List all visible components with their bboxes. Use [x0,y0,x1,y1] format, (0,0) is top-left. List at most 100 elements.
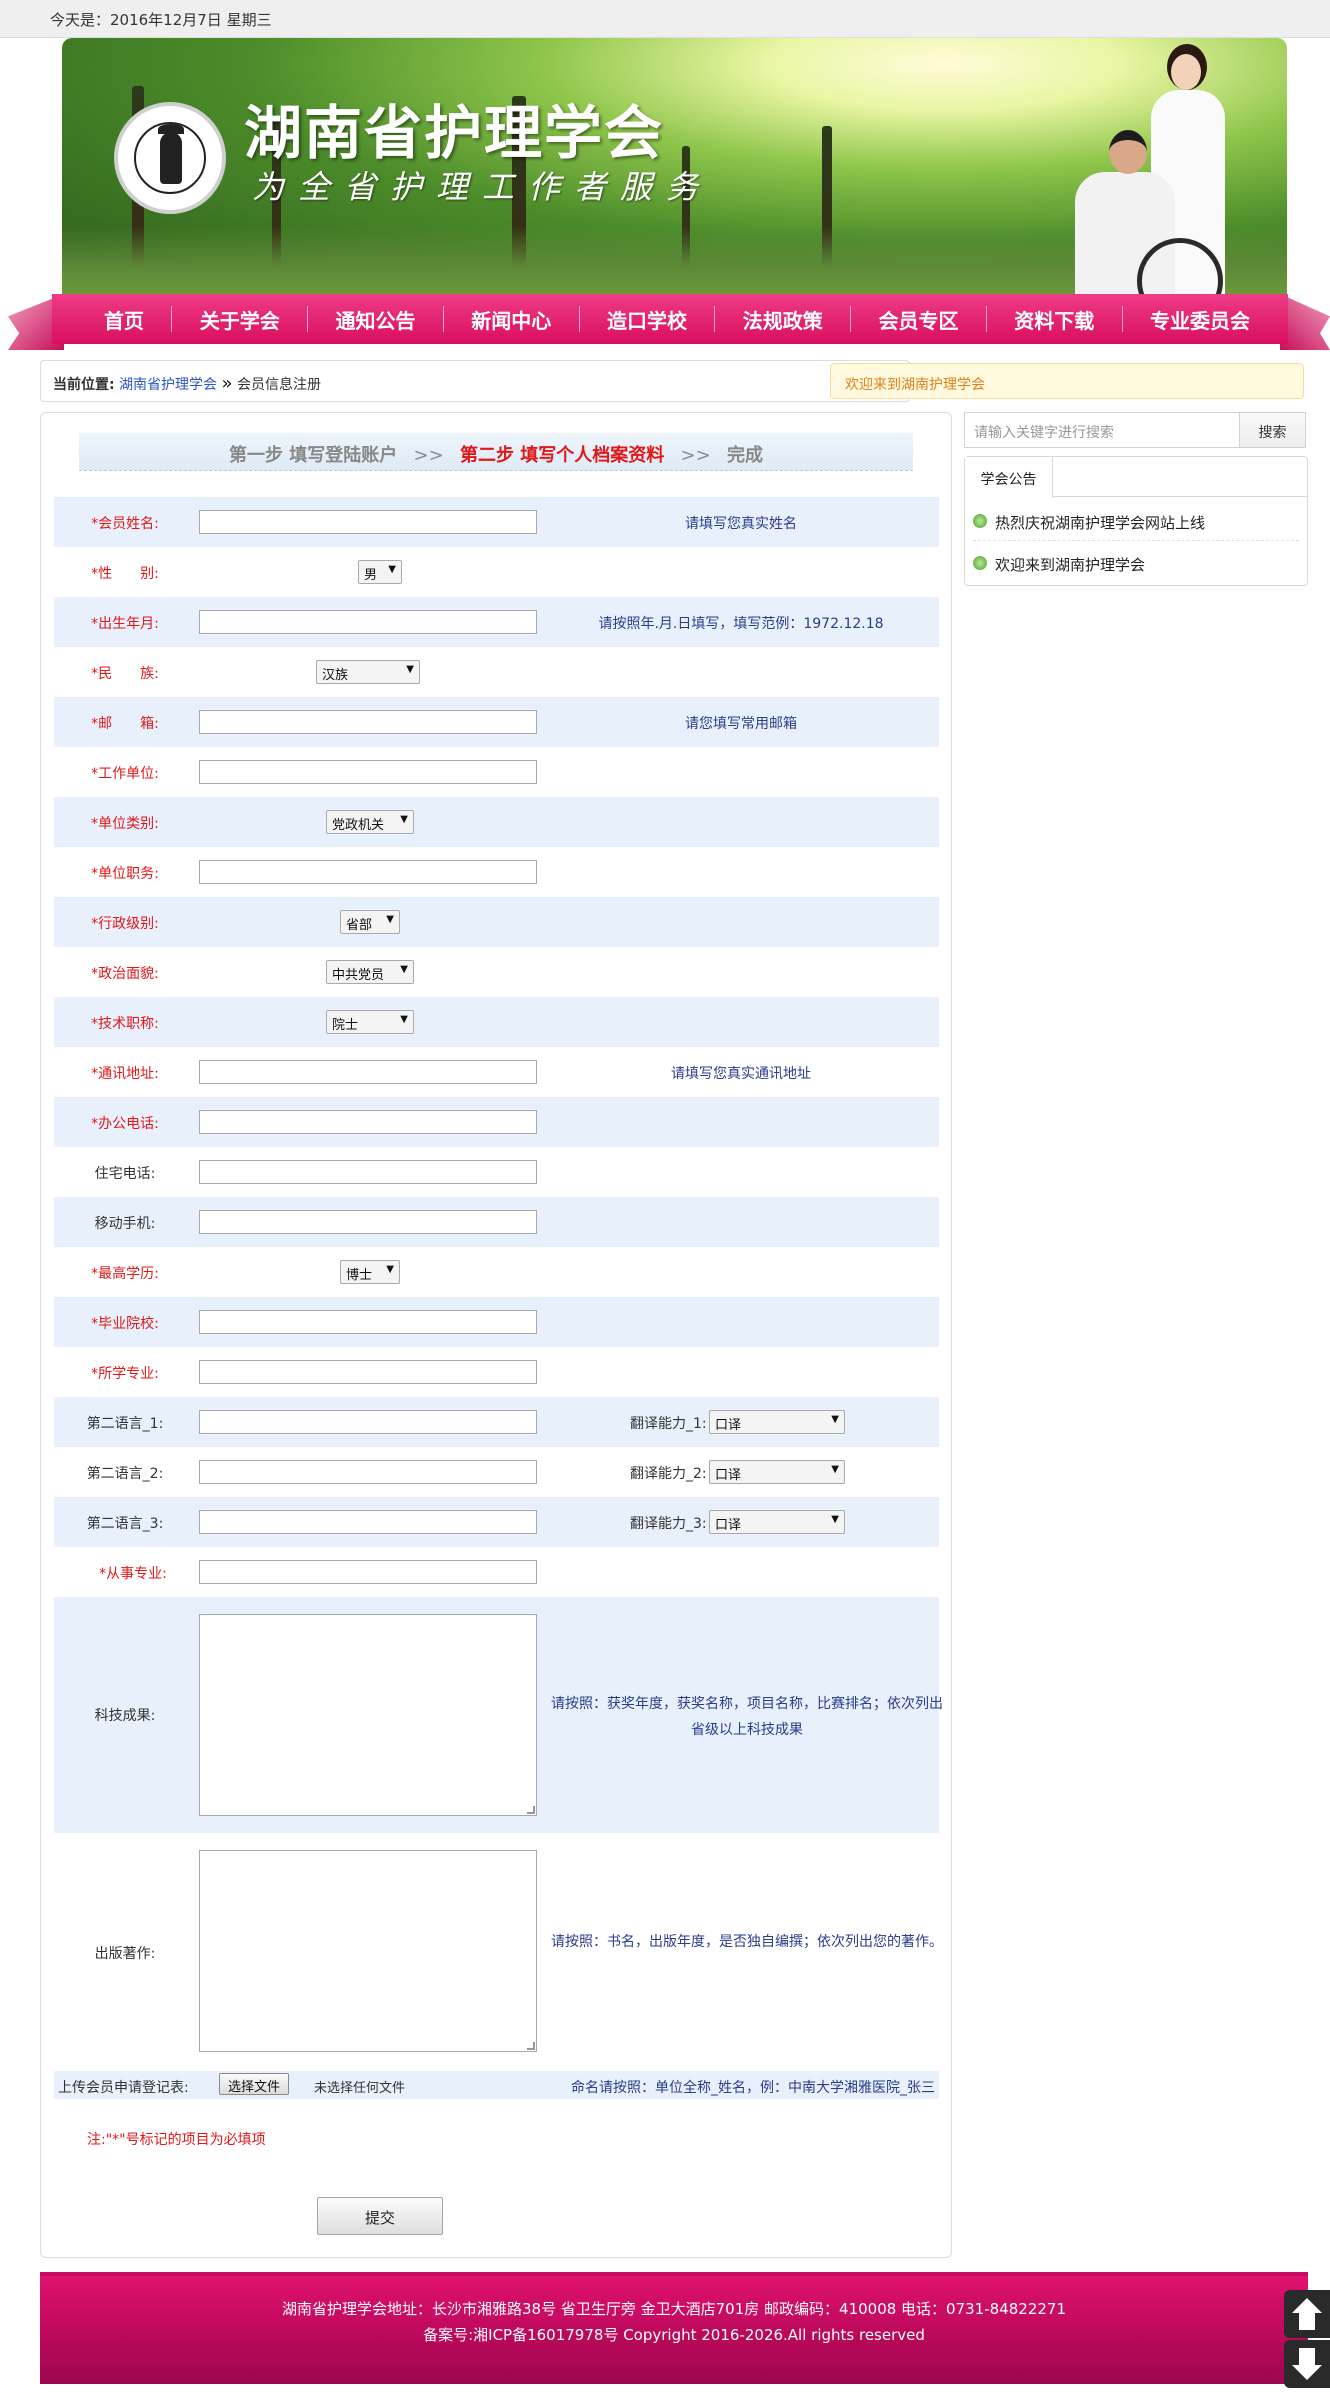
step-arrow: >> [680,445,711,466]
position-input[interactable] [199,860,537,884]
language-2-input[interactable] [199,1460,537,1484]
search-input[interactable]: 请输入关键字进行搜索 [964,412,1240,448]
language-3-label: 第二语言_3: [86,1516,164,1532]
form-row-ethnic: *民 族: 汉族 ▼ [54,647,939,697]
dropdown-arrow-icon: ▼ [400,964,408,975]
announcement-title[interactable]: 欢迎来到湖南护理学会 [995,554,1145,575]
political-label: *政治面貌: [91,966,159,982]
tab-announcements[interactable]: 学会公告 [965,457,1053,498]
scroll-to-top-button[interactable] [1284,2290,1330,2338]
site-banner: 湖南省护理学会 为全省护理工作者服务 [62,38,1287,296]
translation-3-select[interactable]: 口译 ▼ [709,1510,845,1534]
form-row-language-2: 第二语言_2: 翻译能力_2: 口译 ▼ [54,1447,939,1497]
nav-committees[interactable]: 专业委员会 [1150,305,1250,334]
search-placeholder: 请输入关键字进行搜索 [974,425,1114,441]
arrow-up-icon [1292,2298,1322,2330]
title-select[interactable]: 院士 ▼ [326,1010,414,1034]
nav-members[interactable]: 会员专区 [879,305,959,334]
nav-divider [307,306,309,332]
footer-address: 湖南省护理学会地址：长沙市湘雅路38号 省卫生厅旁 金卫大酒店701房 邮政编码… [282,2300,1066,2318]
email-input[interactable] [199,710,537,734]
address-input[interactable] [199,1060,537,1084]
mobile-label: 移动手机: [94,1216,156,1232]
nav-notices[interactable]: 通知公告 [336,305,416,334]
nav-downloads[interactable]: 资料下载 [1014,305,1094,334]
field-input[interactable] [199,1560,537,1584]
birth-input[interactable] [199,610,537,634]
scroll-to-bottom-button[interactable] [1284,2340,1330,2388]
education-select[interactable]: 博士 ▼ [340,1260,400,1284]
nav-news[interactable]: 新闻中心 [471,305,551,334]
ethnic-label: *民 族: [91,666,159,682]
bullet-icon [973,514,987,528]
name-label: *会员姓名: [91,516,159,532]
form-row-upload: 上传会员申请登记表: 选择文件 未选择任何文件 命名请按照：单位全称_姓名，例：… [54,2071,939,2099]
nav-bar: 首页 关于学会 通知公告 新闻中心 造口学校 法规政策 会员专区 资料下载 专业… [52,294,1288,344]
nav-divider [714,306,716,332]
language-3-input[interactable] [199,1510,537,1534]
ethnic-select[interactable]: 汉族 ▼ [316,660,420,684]
school-input[interactable] [199,1310,537,1334]
nav-ostomy-school[interactable]: 造口学校 [607,305,687,334]
breadcrumb-home-link[interactable]: 湖南省护理学会 [119,377,217,393]
form-row-language-1: 第二语言_1: 翻译能力_1: 口译 ▼ [54,1397,939,1447]
form-row-major: *所学专业: [54,1347,939,1397]
nav-regulations[interactable]: 法规政策 [743,305,823,334]
site-title: 湖南省护理学会 [244,99,665,167]
address-label: *通讯地址: [91,1066,159,1082]
translation-1-select[interactable]: 口译 ▼ [709,1410,845,1434]
announcement-tab-bar: 学会公告 [965,457,1307,498]
form-row-publication: 出版著作: 请按照：书名，出版年度，是否独自编撰；依次列出您的著作。 [54,1833,943,2069]
search-button[interactable]: 搜索 [1240,412,1306,448]
breadcrumb-current: 会员信息注册 [236,377,321,393]
home-phone-label: 住宅电话: [94,1166,156,1182]
nav-divider [442,306,444,332]
publication-textarea[interactable] [199,1850,537,2052]
breadcrumb: 当前位置: 湖南省护理学会 » 会员信息注册 [40,360,910,402]
resize-grip-icon[interactable] [527,1806,535,1814]
translation-2-label: 翻译能力_2: [630,1466,707,1482]
step-3: 完成 [727,445,763,466]
gender-select[interactable]: 男 ▼ [358,560,402,584]
political-select[interactable]: 中共党员 ▼ [326,960,414,984]
nav-about[interactable]: 关于学会 [200,305,280,334]
name-input[interactable] [199,510,537,534]
admin-select[interactable]: 省部 ▼ [340,910,400,934]
research-textarea[interactable] [199,1614,537,1816]
step-arrow: >> [413,445,444,466]
gender-label: *性 别: [91,566,159,582]
office-phone-input[interactable] [199,1110,537,1134]
announcement-title[interactable]: 热烈庆祝湖南护理学会网站上线 [995,512,1205,533]
announcement-item[interactable]: 欢迎来到湖南护理学会 [973,543,1299,583]
nav-home[interactable]: 首页 [104,305,144,334]
choose-file-button[interactable]: 选择文件 [219,2073,290,2095]
translation-2-select[interactable]: 口译 ▼ [709,1460,845,1484]
birth-hint: 请按照年.月.日填写，填写范例：1972.12.18 [598,616,884,632]
breadcrumb-label: 当前位置: [53,377,115,393]
language-1-input[interactable] [199,1410,537,1434]
form-row-office-phone: *办公电话: [54,1097,939,1147]
major-input[interactable] [199,1360,537,1384]
dropdown-arrow-icon: ▼ [400,1014,408,1025]
dropdown-arrow-icon: ▼ [400,814,408,825]
announcement-item[interactable]: 热烈庆祝湖南护理学会网站上线 [973,501,1299,541]
unit-type-select[interactable]: 党政机关 ▼ [326,810,414,834]
home-phone-input[interactable] [199,1160,537,1184]
submit-button[interactable]: 提交 [317,2197,443,2235]
main-nav: 首页 关于学会 通知公告 新闻中心 造口学校 法规政策 会员专区 资料下载 专业… [0,294,1330,350]
step-2-current: 第二步 填写个人档案资料 [460,445,665,466]
required-note: 注:"*"号标记的项目为必填项 [87,2132,266,2148]
field-label: *从事专业: [99,1566,167,1582]
unit-type-label: *单位类别: [91,816,159,832]
resize-grip-icon[interactable] [527,2042,535,2050]
upload-naming-rule: 命名请按照：单位全称_姓名，例：中南大学湘雅医院_张三 [571,2080,935,2096]
mobile-input[interactable] [199,1210,537,1234]
form-row-birth: *出生年月: 请按照年.月.日填写，填写范例：1972.12.18 [54,597,939,647]
registration-panel: 第一步 填写登陆账户 >> 第二步 填写个人档案资料 >> 完成 *会员姓名: … [40,412,952,2258]
arrow-down-icon [1292,2348,1322,2380]
form-row-title: *技术职称: 院士 ▼ [54,997,939,1047]
name-hint: 请填写您真实姓名 [685,516,797,532]
work-input[interactable] [199,760,537,784]
nav-divider [578,306,580,332]
office-phone-label: *办公电话: [91,1116,159,1132]
